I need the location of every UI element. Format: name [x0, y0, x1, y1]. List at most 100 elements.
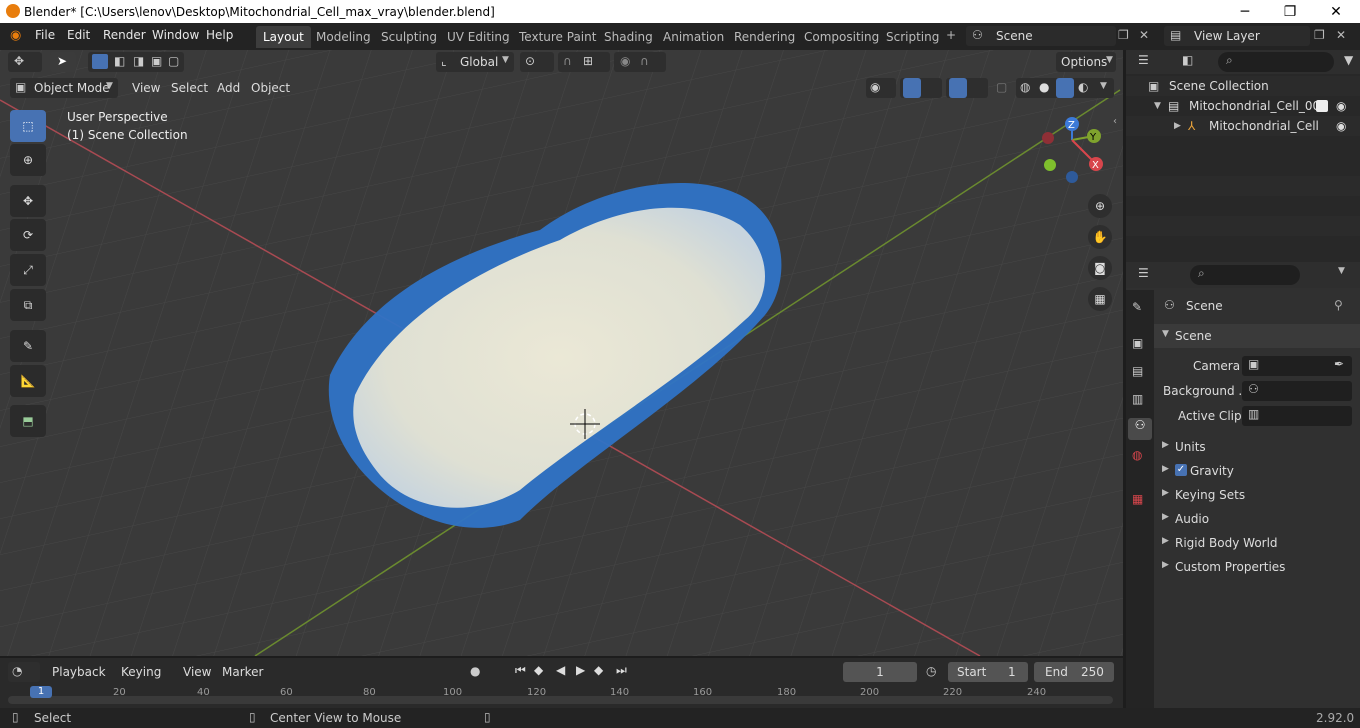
active-clip-field[interactable]: ▥: [1242, 406, 1352, 426]
object-mode-dropdown[interactable]: ▣ Object Mode ▼: [10, 78, 118, 98]
tab-texture-paint[interactable]: Texture Paint: [512, 26, 603, 48]
zoom-icon[interactable]: ⊕: [1088, 194, 1112, 218]
timeline-menu-view[interactable]: View: [183, 665, 211, 679]
options-dropdown[interactable]: Options ▼: [1056, 52, 1116, 72]
tab-modeling[interactable]: Modeling: [309, 26, 378, 48]
ortho-grid-icon[interactable]: ▦: [1088, 287, 1112, 311]
scene-selector[interactable]: Scene: [966, 26, 1116, 46]
measure-tool-button[interactable]: 📐: [10, 365, 46, 397]
outliner-row-collection[interactable]: ▼ ▤ Mitochondrial_Cell_001 ◉: [1126, 96, 1360, 116]
mode-extend-icon[interactable]: ◧: [114, 54, 125, 68]
annotate-tool-button[interactable]: ✎: [10, 330, 46, 362]
viewport-menu-select[interactable]: Select: [171, 81, 208, 95]
mode-subtract-icon[interactable]: ◨: [133, 54, 144, 68]
mode-new-icon[interactable]: [92, 54, 108, 69]
stopwatch-icon[interactable]: ◷: [926, 664, 936, 678]
tab-scripting[interactable]: Scripting: [879, 26, 946, 48]
audio-panel[interactable]: ▶ Audio: [1154, 508, 1360, 530]
play-reverse-icon[interactable]: ◀: [556, 663, 565, 677]
start-frame-field[interactable]: Start 1: [948, 662, 1028, 682]
transform-orientation-dropdown[interactable]: ⌞ Global ▼: [436, 52, 514, 72]
playhead[interactable]: 1: [30, 686, 52, 698]
tool-tab-icon[interactable]: ✎: [1132, 300, 1142, 314]
wireframe-shading-icon[interactable]: ◍: [1020, 80, 1030, 94]
navigation-gizmo[interactable]: Z Y X: [1036, 112, 1116, 188]
rotate-tool-button[interactable]: ⟳: [10, 219, 46, 251]
move-tool-button[interactable]: ✥: [10, 185, 46, 217]
blender-menu-icon[interactable]: ◉: [10, 28, 21, 43]
chevron-down-icon[interactable]: ▼: [1338, 266, 1345, 276]
keying-sets-panel[interactable]: ▶ Keying Sets: [1154, 484, 1360, 506]
jump-start-icon[interactable]: ⏮: [515, 663, 526, 678]
eye-icon[interactable]: ◉: [1336, 96, 1346, 116]
texture-tab-icon[interactable]: ▦: [1132, 492, 1143, 506]
tab-sculpting[interactable]: Sculpting: [374, 26, 444, 48]
maximize-button[interactable]: ❐: [1267, 0, 1313, 23]
select-box-tool[interactable]: ➤: [50, 52, 76, 72]
timeline-menu-playback[interactable]: Playback: [52, 665, 106, 679]
filter-icon[interactable]: ▼: [1344, 53, 1353, 67]
delete-view-layer-icon[interactable]: ✕: [1336, 28, 1346, 42]
pin-icon[interactable]: ⚲: [1334, 298, 1343, 312]
prev-keyframe-icon[interactable]: ◆: [534, 663, 543, 677]
chevron-right-icon[interactable]: ▶: [1174, 116, 1181, 136]
scene-tab-icon[interactable]: ⚇: [1128, 418, 1152, 440]
outliner-editor-icon[interactable]: ☰: [1138, 53, 1149, 67]
timeline-menu-marker[interactable]: Marker: [222, 665, 263, 679]
display-mode-icon[interactable]: ◧: [1182, 53, 1193, 67]
end-frame-field[interactable]: End 250: [1034, 662, 1114, 682]
menu-render[interactable]: Render: [103, 28, 146, 42]
gravity-checkbox[interactable]: ✓: [1175, 464, 1187, 476]
add-cube-tool-button[interactable]: ⬒: [10, 405, 46, 437]
new-scene-icon[interactable]: ❐: [1118, 28, 1129, 42]
pan-hand-icon[interactable]: ✋: [1088, 225, 1112, 249]
chevron-down-icon[interactable]: ▼: [1154, 96, 1161, 116]
viewport-menu-object[interactable]: Object: [251, 81, 290, 95]
next-keyframe-icon[interactable]: ◆: [594, 663, 603, 677]
viewport-menu-view[interactable]: View: [132, 81, 160, 95]
tab-rendering[interactable]: Rendering: [727, 26, 802, 48]
timeline-menu-keying[interactable]: Keying: [121, 665, 161, 679]
gravity-panel[interactable]: ▶ ✓ Gravity: [1154, 460, 1360, 482]
tab-compositing[interactable]: Compositing: [797, 26, 886, 48]
visibility-dropdown[interactable]: ◉: [866, 78, 896, 98]
outliner-row-object[interactable]: ▶ ⅄ Mitochondrial_Cell ◉: [1126, 116, 1360, 136]
gizmo-toggle[interactable]: [900, 78, 942, 98]
tab-shading[interactable]: Shading: [597, 26, 660, 48]
render-tab-icon[interactable]: ▣: [1132, 336, 1143, 350]
record-icon[interactable]: ●: [470, 664, 480, 678]
collapse-sidebar-icon[interactable]: ‹: [1113, 116, 1117, 127]
outliner-row-scene-collection[interactable]: ▣ Scene Collection: [1126, 76, 1360, 96]
transform-tool-button[interactable]: ⧉: [10, 289, 46, 321]
menu-file[interactable]: File: [35, 28, 55, 42]
snap-controls[interactable]: ∩ ⊞: [558, 52, 610, 72]
material-shading-icon[interactable]: [1056, 78, 1074, 98]
solid-shading-icon[interactable]: ●: [1039, 80, 1049, 94]
proportional-editing[interactable]: ◉ ∩: [614, 52, 666, 72]
jump-end-icon[interactable]: ⏭: [616, 663, 627, 678]
rendered-shading-icon[interactable]: ◐: [1078, 80, 1088, 94]
menu-window[interactable]: Window: [152, 28, 199, 42]
view-layer-tab-icon[interactable]: ▥: [1132, 392, 1143, 406]
camera-field[interactable]: ▣ ✒: [1242, 356, 1352, 376]
pivot-point-dropdown[interactable]: ⊙: [520, 52, 554, 72]
scene-panel-header[interactable]: ▼ Scene: [1154, 324, 1360, 348]
world-tab-icon[interactable]: ◍: [1132, 448, 1142, 462]
properties-search-input[interactable]: ⌕: [1190, 265, 1300, 285]
close-button[interactable]: ✕: [1313, 0, 1359, 23]
delete-scene-icon[interactable]: ✕: [1139, 28, 1149, 42]
eyedropper-icon[interactable]: ✒: [1334, 357, 1344, 371]
camera-view-icon[interactable]: ◙: [1088, 256, 1112, 280]
editor-type-button[interactable]: ✥: [8, 52, 42, 72]
scale-tool-button[interactable]: ⤢: [10, 254, 46, 286]
viewport-menu-add[interactable]: Add: [217, 81, 240, 95]
eye-icon[interactable]: ◉: [1336, 116, 1346, 136]
add-workspace-icon[interactable]: +: [946, 28, 956, 42]
view-layer-selector[interactable]: View Layer: [1164, 26, 1310, 46]
current-frame-field[interactable]: 1: [843, 662, 917, 682]
tab-animation[interactable]: Animation: [656, 26, 731, 48]
outliner-search-input[interactable]: ⌕: [1218, 52, 1334, 72]
background-field[interactable]: ⚇: [1242, 381, 1352, 401]
select-tool-button[interactable]: ⬚: [10, 110, 46, 142]
cursor-tool-button[interactable]: ⊕: [10, 144, 46, 176]
